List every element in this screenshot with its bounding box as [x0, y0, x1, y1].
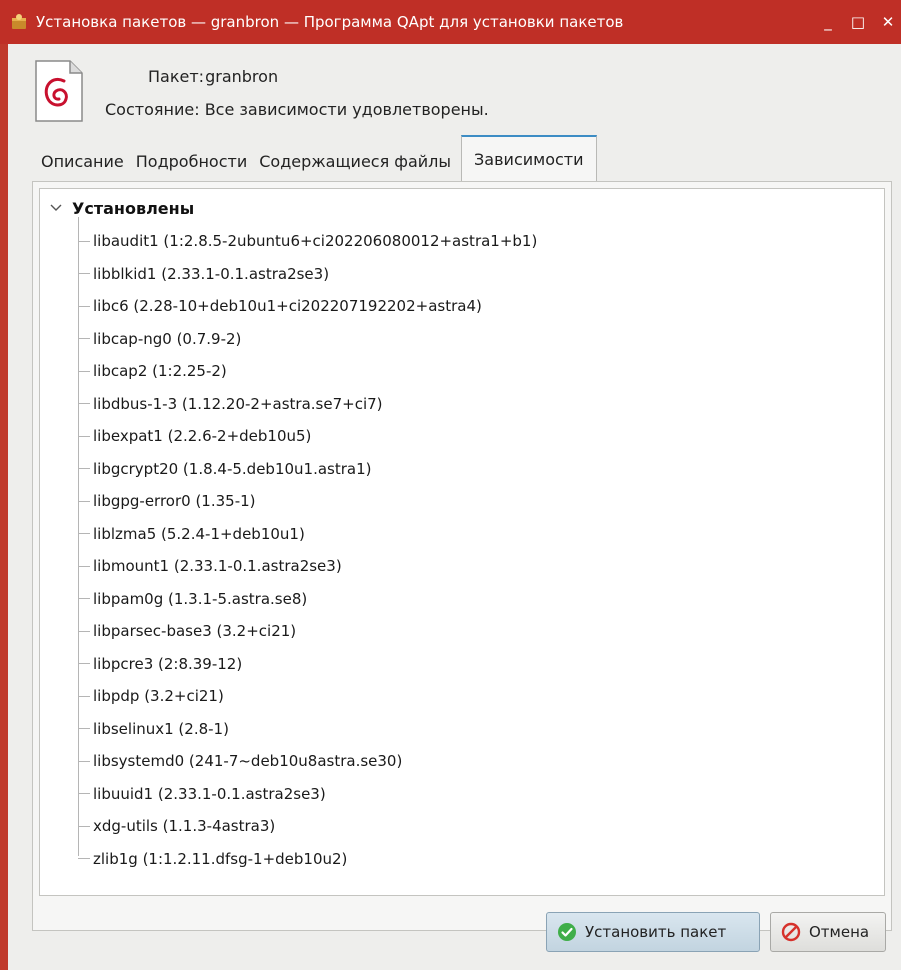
dialog-body: Пакет: granbron Состояние: Все зависимос… [8, 44, 901, 970]
tree-connector [78, 858, 90, 860]
tree-connector [78, 370, 90, 372]
tree-item-label: libpam0g (1.3.1-5.astra.se8) [93, 589, 308, 608]
tree-connector [78, 760, 90, 762]
cancel-icon [781, 922, 801, 942]
package-state-row: Состояние: Все зависимости удовлетворены… [105, 100, 489, 119]
tree-item[interactable]: libblkid1 (2.33.1-0.1.astra2se3) [78, 258, 537, 291]
tree-item-label: libparsec-base3 (3.2+ci21) [93, 622, 297, 641]
tree-item[interactable]: libgpg-error0 (1.35-1) [78, 485, 537, 518]
tree-connector [78, 338, 90, 340]
tree-group-label: Установлены [72, 198, 195, 218]
tree-item-label: libcap2 (1:2.25-2) [93, 362, 227, 381]
dependency-list: libaudit1 (1:2.8.5-2ubuntu6+ci2022060800… [78, 225, 537, 875]
maximize-button[interactable]: □ [845, 9, 871, 35]
tree-item[interactable]: libmount1 (2.33.1-0.1.astra2se3) [78, 550, 537, 583]
tree-connector [78, 435, 90, 437]
window-title: Установка пакетов — granbron — Программа… [36, 13, 624, 31]
cancel-button[interactable]: Отмена [770, 912, 886, 952]
tree-item-label: libselinux1 (2.8-1) [93, 719, 229, 738]
tree-item[interactable]: libdbus-1-3 (1.12.20-2+astra.se7+ci7) [78, 388, 537, 421]
debian-package-icon [34, 59, 84, 123]
tree-item-label: libcap-ng0 (0.7.9-2) [93, 329, 242, 348]
tree-item[interactable]: libpcre3 (2:8.39-12) [78, 648, 537, 681]
tab-bar: Описание Подробности Содержащиеся файлы … [35, 135, 597, 181]
tree-connector [78, 273, 90, 275]
tree-item-label: libblkid1 (2.33.1-0.1.astra2se3) [93, 264, 330, 283]
check-circle-icon [557, 922, 577, 942]
title-bar[interactable]: Установка пакетов — granbron — Программа… [0, 0, 901, 44]
tree-connector [78, 240, 90, 242]
tree-item[interactable]: libgcrypt20 (1.8.4-5.deb10u1.astra1) [78, 453, 537, 486]
cancel-button-label: Отмена [809, 923, 870, 941]
tree-connector [78, 305, 90, 307]
tree-item[interactable]: zlib1g (1:1.2.11.dfsg-1+deb10u2) [78, 843, 537, 876]
tree-connector [78, 598, 90, 600]
tree-item-label: zlib1g (1:1.2.11.dfsg-1+deb10u2) [93, 849, 348, 868]
tree-item[interactable]: libcap2 (1:2.25-2) [78, 355, 537, 388]
package-name-value: granbron [205, 67, 279, 86]
tree-item[interactable]: libpdp (3.2+ci21) [78, 680, 537, 713]
tree-connector [78, 695, 90, 697]
close-button[interactable]: ✕ [875, 9, 901, 35]
tree-item-label: libdbus-1-3 (1.12.20-2+astra.se7+ci7) [93, 394, 383, 413]
tree-item[interactable]: libc6 (2.28-10+deb10u1+ci202207192202+as… [78, 290, 537, 323]
tree-item[interactable]: libexpat1 (2.2.6-2+deb10u5) [78, 420, 537, 453]
tree-item-label: libc6 (2.28-10+deb10u1+ci202207192202+as… [93, 297, 482, 316]
tree-connector [78, 663, 90, 665]
tree-item[interactable]: libcap-ng0 (0.7.9-2) [78, 323, 537, 356]
tree-item[interactable]: libaudit1 (1:2.8.5-2ubuntu6+ci2022060800… [78, 225, 537, 258]
tree-item[interactable]: libpam0g (1.3.1-5.astra.se8) [78, 583, 537, 616]
tree-group-installed[interactable]: Установлены [50, 193, 194, 223]
install-button-label: Установить пакет [585, 923, 727, 941]
tree-item[interactable]: libsystemd0 (241-7~deb10u8astra.se30) [78, 745, 537, 778]
tree-connector [78, 728, 90, 730]
package-state-value: Все зависимости удовлетворены. [204, 100, 489, 119]
tree-connector [78, 825, 90, 827]
tree-connector [78, 565, 90, 567]
package-state-label: Состояние: [105, 100, 200, 119]
package-name-label: Пакет: [148, 67, 205, 86]
installer-window: Установка пакетов — granbron — Программа… [0, 0, 901, 970]
tree-item-label: liblzma5 (5.2.4-1+deb10u1) [93, 524, 305, 543]
dependency-tree[interactable]: Установлены libaudit1 (1:2.8.5-2ubuntu6+… [39, 188, 885, 896]
tree-connector [78, 793, 90, 795]
tree-item-label: libgpg-error0 (1.35-1) [93, 492, 256, 511]
tree-item-label: libmount1 (2.33.1-0.1.astra2se3) [93, 557, 342, 576]
chevron-down-icon[interactable] [50, 202, 62, 215]
package-header: Пакет: granbron Состояние: Все зависимос… [8, 44, 901, 140]
tree-connector [78, 533, 90, 535]
tree-item-label: libpdp (3.2+ci21) [93, 687, 224, 706]
tree-item-label: libsystemd0 (241-7~deb10u8astra.se30) [93, 752, 403, 771]
tree-item[interactable]: xdg-utils (1.1.3-4astra3) [78, 810, 537, 843]
tree-item-label: xdg-utils (1.1.3-4astra3) [93, 817, 276, 836]
tab-dependencies[interactable]: Зависимости [461, 135, 597, 181]
tree-connector [78, 468, 90, 470]
tree-item-label: libexpat1 (2.2.6-2+deb10u5) [93, 427, 312, 446]
tree-item[interactable]: libuuid1 (2.33.1-0.1.astra2se3) [78, 778, 537, 811]
tree-connector [78, 630, 90, 632]
tree-item-label: libpcre3 (2:8.39-12) [93, 654, 243, 673]
tab-contained-files[interactable]: Содержащиеся файлы [253, 141, 457, 181]
tree-item[interactable]: libselinux1 (2.8-1) [78, 713, 537, 746]
install-package-button[interactable]: Установить пакет [546, 912, 760, 952]
tab-description[interactable]: Описание [35, 141, 130, 181]
package-installer-icon [10, 13, 28, 31]
tab-details[interactable]: Подробности [130, 141, 253, 181]
package-name-row: Пакет: granbron [105, 67, 278, 86]
dependencies-panel: Установлены libaudit1 (1:2.8.5-2ubuntu6+… [32, 181, 892, 931]
tree-item-label: libuuid1 (2.33.1-0.1.astra2se3) [93, 784, 326, 803]
tree-item[interactable]: libparsec-base3 (3.2+ci21) [78, 615, 537, 648]
tree-connector [78, 403, 90, 405]
tree-item-label: libgcrypt20 (1.8.4-5.deb10u1.astra1) [93, 459, 372, 478]
tree-item-label: libaudit1 (1:2.8.5-2ubuntu6+ci2022060800… [93, 232, 538, 251]
minimize-button[interactable]: _ [815, 9, 841, 35]
tree-connector [78, 500, 90, 502]
tree-item[interactable]: liblzma5 (5.2.4-1+deb10u1) [78, 518, 537, 551]
